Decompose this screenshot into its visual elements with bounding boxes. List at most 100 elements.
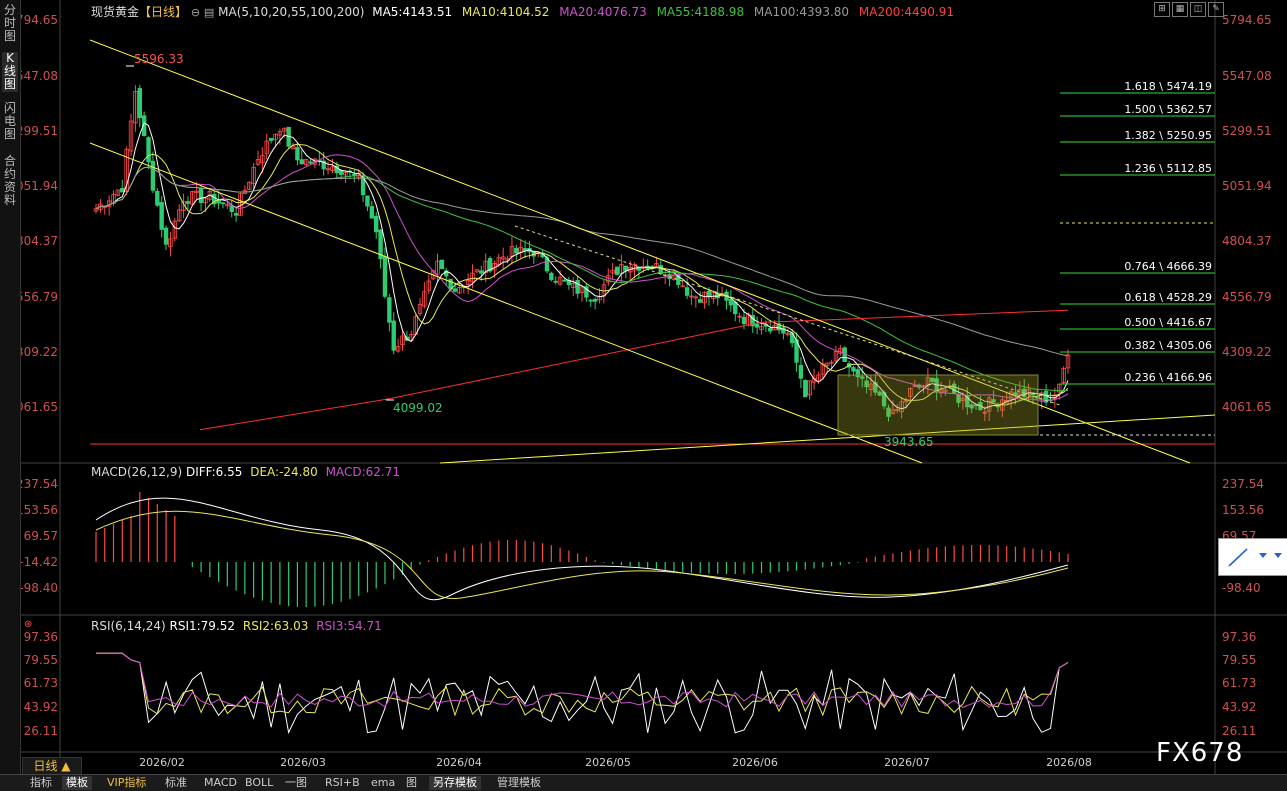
candle-body	[155, 190, 160, 206]
candle-body	[614, 266, 620, 275]
fib-level-label: 1.500 \ 5362.57	[1124, 103, 1212, 116]
candle-body	[216, 200, 221, 204]
candle-body	[295, 147, 300, 161]
macd-axis-right-label: 237.54	[1222, 477, 1264, 491]
rsi-axis-right-label: 97.36	[1222, 630, 1256, 644]
macd-legend: MACD(26,12,9) DIFF:6.55 DEA:-24.80 MACD:…	[91, 465, 400, 479]
candle-body	[575, 279, 580, 294]
tab-indicators[interactable]: 指标	[26, 776, 56, 790]
date-axis-label: 2026/03	[280, 756, 326, 769]
fib-level-label: 0.764 \ 4666.39	[1124, 260, 1212, 273]
left-sidebar: 分时图 K线图 闪电图 合约资料	[0, 0, 21, 774]
tab-chart[interactable]: 图	[402, 776, 421, 790]
candle-body	[382, 256, 388, 297]
chevron-down-icon[interactable]	[1259, 553, 1267, 558]
tab-template[interactable]: 模板	[62, 776, 92, 790]
period-label: 【日线】	[139, 5, 188, 19]
price-axis-right-label: 5299.51	[1222, 124, 1272, 138]
rsi-axis-right-label: 61.73	[1222, 676, 1256, 690]
candle-body	[553, 280, 558, 283]
macd-value: MACD:62.71	[325, 465, 400, 479]
price-axis-left-label: 5794.65	[21, 13, 58, 27]
tab-kline[interactable]: K线图	[2, 52, 18, 92]
candle-body	[233, 213, 239, 216]
candle-body	[798, 365, 804, 379]
candle-body	[684, 287, 690, 296]
candle-body	[514, 247, 519, 254]
price-axis-right-label: 4556.79	[1222, 290, 1272, 304]
candle-body	[374, 215, 379, 233]
tab-manage-template[interactable]: 管理模板	[493, 776, 545, 790]
fib-level-label: 0.618 \ 4528.29	[1124, 291, 1212, 304]
date-axis-label: 2026/07	[884, 756, 930, 769]
candle-body	[369, 206, 375, 219]
candle-body	[185, 201, 191, 204]
layout-icon[interactable]: ▦	[1172, 2, 1188, 17]
drawing-tool-panel[interactable]	[1218, 538, 1287, 576]
price-axis-right-label: 5547.08	[1222, 69, 1272, 83]
split-icon[interactable]: ◫	[1190, 2, 1206, 17]
tab-boll[interactable]: BOLL	[241, 776, 277, 790]
ma-icon[interactable]: ▤	[204, 6, 214, 19]
macd-title: MACD(26,12,9)	[91, 465, 183, 479]
price-chart-svg[interactable]: 5794.65 5794.65 5547.08 5547.08 5299.51 5299.…	[8, 0, 1287, 774]
candle-body	[439, 259, 445, 270]
tab-macd[interactable]: MACD	[200, 776, 241, 790]
rsi3-value: RSI3:54.71	[316, 619, 382, 633]
tab-one-chart[interactable]: 一图	[281, 776, 311, 790]
rsi-settings-icon[interactable]: ⊛	[24, 619, 32, 630]
ma-params: MA(5,10,20,55,100,200)	[218, 5, 365, 19]
ma10-value: MA10:4104.52	[461, 5, 550, 19]
rsi-axis-left-label: 97.36	[24, 630, 58, 644]
macd-dea-line	[95, 510, 1069, 600]
candle-body	[163, 227, 169, 245]
tab-standard[interactable]: 标准	[161, 776, 191, 790]
candle-body	[352, 173, 357, 176]
tab-contract-info[interactable]: 合约资料	[2, 155, 18, 211]
candle-body	[592, 298, 598, 302]
tab-lightning[interactable]: 闪电图	[2, 102, 18, 142]
rsi-axis-right-label: 79.55	[1222, 653, 1256, 667]
ma55-value: MA55:4188.98	[656, 5, 745, 19]
price-axis-left-label: 4556.79	[21, 290, 58, 304]
chart-area[interactable]: 5794.65 5794.65 5547.08 5547.08 5299.51 5299.…	[8, 0, 1287, 774]
candle-body	[268, 137, 274, 141]
ma200-value: MA200:4490.91	[858, 5, 955, 19]
tab-rsi-b[interactable]: RSI+B	[321, 776, 364, 790]
macd-diff: DIFF:6.55	[185, 465, 243, 479]
date-axis-label: 2026/04	[436, 756, 482, 769]
low-annotation-1: 4099.02	[393, 401, 443, 415]
ma100-line	[95, 166, 1069, 357]
downtrend-line-lower	[89, 142, 923, 464]
tab-save-template[interactable]: 另存模板	[429, 776, 481, 790]
candle-body	[562, 279, 567, 282]
date-axis-label: 2026/06	[732, 756, 778, 769]
tab-vip-indicators[interactable]: VIP指标	[103, 776, 150, 790]
ma20-value: MA20:4076.73	[559, 5, 647, 19]
tab-ema[interactable]: ema	[367, 776, 399, 790]
price-axis-right-label: 5794.65	[1222, 13, 1272, 27]
candle-body	[706, 290, 712, 297]
candle-body	[479, 270, 484, 274]
tools-icon[interactable]: ✎	[1208, 2, 1224, 17]
macd-axis-left-label: 237.54	[21, 477, 58, 491]
color-dropdown-icon[interactable]	[1274, 553, 1282, 558]
grid-icon[interactable]: ⊞	[1154, 2, 1170, 17]
candles-group	[93, 84, 1071, 422]
tab-timeshare[interactable]: 分时图	[2, 4, 18, 44]
candle-body	[851, 367, 856, 372]
fib-level-label: 0.236 \ 4166.96	[1124, 371, 1212, 384]
candle-body	[754, 323, 760, 328]
rsi-axis-left-label: 79.55	[24, 653, 58, 667]
candle-body	[588, 299, 593, 302]
settings-icon[interactable]: ⊖	[191, 6, 200, 19]
price-axis-right-label: 4804.37	[1222, 234, 1272, 248]
candle-body	[549, 272, 554, 281]
fib-level-label: 1.618 \ 5474.19	[1124, 80, 1212, 93]
candle-body	[741, 316, 747, 325]
low-annotation-2: 3943.65	[884, 435, 934, 449]
trendline-tool-icon[interactable]	[1228, 548, 1248, 567]
rsi1-line	[96, 652, 1069, 735]
rsi-title: RSI(6,14,24)	[91, 619, 166, 633]
symbol-name: 现货黄金	[91, 5, 140, 19]
